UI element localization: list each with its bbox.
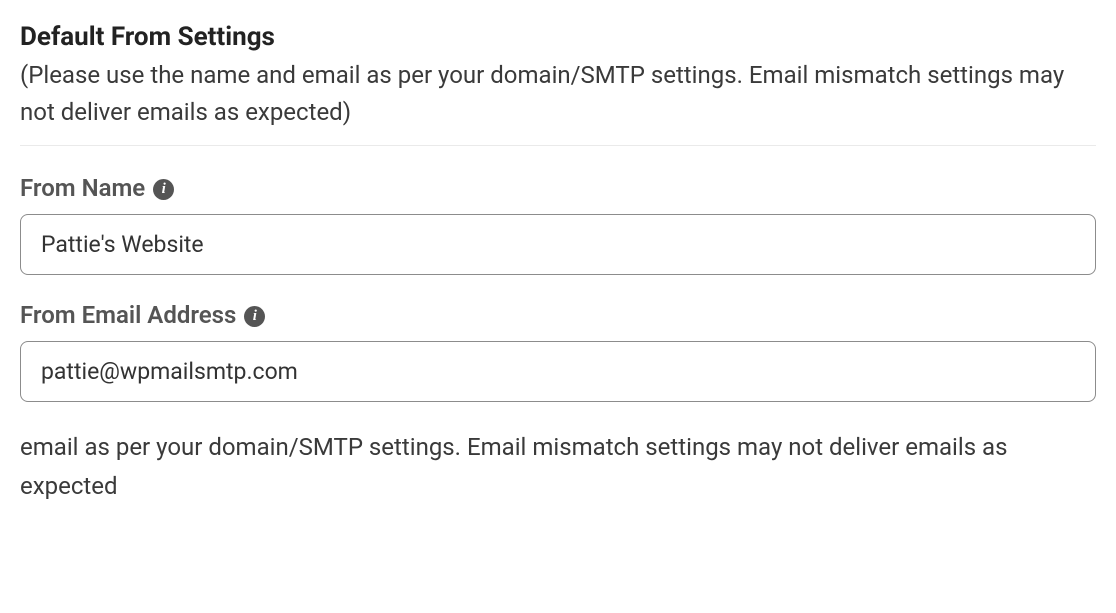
- from-name-input[interactable]: [20, 214, 1096, 275]
- from-email-field: From Email Address i: [20, 301, 1096, 402]
- from-email-label: From Email Address i: [20, 301, 1096, 329]
- from-name-field: From Name i: [20, 174, 1096, 275]
- info-icon[interactable]: i: [153, 179, 174, 200]
- from-email-input[interactable]: [20, 341, 1096, 402]
- divider: [20, 145, 1096, 146]
- info-icon[interactable]: i: [244, 306, 265, 327]
- settings-section: Default From Settings (Please use the na…: [20, 20, 1096, 505]
- footer-text: email as per your domain/SMTP settings. …: [20, 428, 1096, 505]
- from-email-label-text: From Email Address: [20, 301, 236, 329]
- section-description: (Please use the name and email as per yo…: [20, 57, 1096, 145]
- section-title: Default From Settings: [20, 20, 1096, 55]
- from-name-label: From Name i: [20, 174, 1096, 202]
- from-name-label-text: From Name: [20, 174, 145, 202]
